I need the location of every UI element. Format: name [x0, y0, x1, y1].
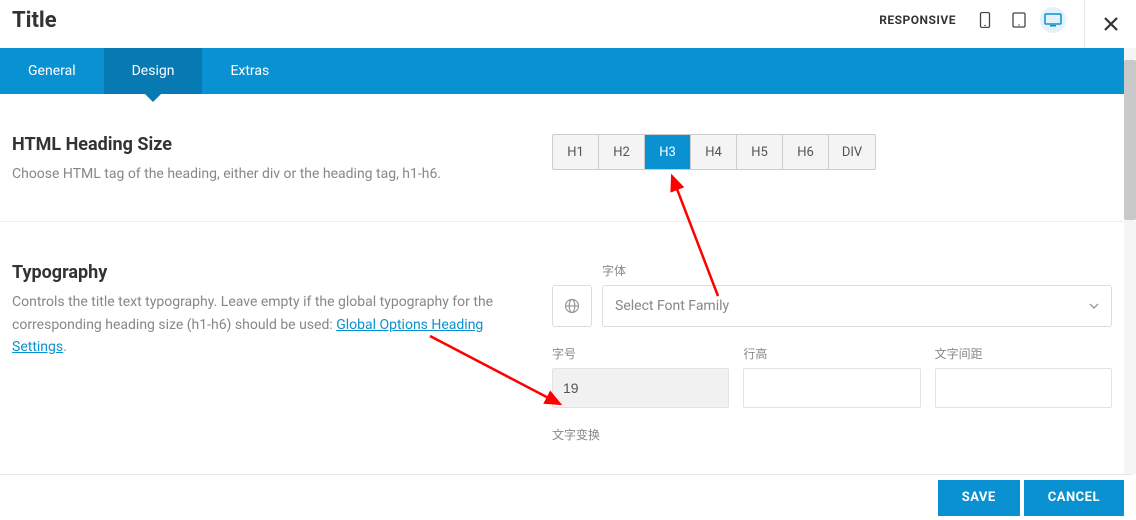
scrollbar-thumb[interactable]	[1124, 60, 1136, 220]
heading-opt-h3[interactable]: H3	[645, 135, 691, 169]
heading-opt-h1[interactable]: H1	[553, 135, 599, 169]
letter-spacing-label: 文字间距	[935, 345, 1112, 362]
content-scroll[interactable]: HTML Heading Size Choose HTML tag of the…	[0, 94, 1124, 474]
font-size-input[interactable]	[552, 368, 729, 408]
globe-icon	[564, 298, 580, 314]
typography-desc-suffix: .	[63, 339, 67, 355]
typography-desc: Controls the title text typography. Leav…	[12, 291, 512, 358]
font-family-select[interactable]: Select Font Family	[602, 285, 1112, 327]
heading-opt-h5[interactable]: H5	[737, 135, 783, 169]
tab-general[interactable]: General	[0, 48, 104, 94]
heading-opt-div[interactable]: DIV	[829, 135, 875, 169]
tabs-bar: General Design Extras	[0, 48, 1124, 94]
save-button[interactable]: SAVE	[938, 480, 1020, 516]
globe-button[interactable]	[552, 285, 592, 327]
close-icon	[1104, 17, 1118, 31]
letter-spacing-input[interactable]	[935, 368, 1112, 408]
text-transform-label: 文字变换	[552, 426, 1112, 443]
cancel-button[interactable]: CANCEL	[1024, 480, 1124, 516]
footer-bar: SAVE CANCEL	[0, 474, 1132, 520]
tablet-icon[interactable]	[1006, 7, 1032, 33]
editor-header: Title RESPONSIVE	[0, 0, 1085, 48]
line-height-input[interactable]	[743, 368, 920, 408]
page-title: Title	[12, 8, 57, 33]
section-typography: Typography Controls the title text typog…	[0, 222, 1124, 449]
line-height-label: 行高	[743, 345, 920, 362]
responsive-label: RESPONSIVE	[879, 13, 956, 27]
tab-extras[interactable]: Extras	[202, 48, 297, 94]
mobile-icon[interactable]	[972, 7, 998, 33]
heading-size-desc: Choose HTML tag of the heading, either d…	[12, 163, 512, 185]
heading-size-title: HTML Heading Size	[12, 134, 512, 155]
heading-opt-h6[interactable]: H6	[783, 135, 829, 169]
typography-title: Typography	[12, 262, 512, 283]
heading-size-group: H1 H2 H3 H4 H5 H6 DIV	[552, 134, 876, 170]
tab-design[interactable]: Design	[104, 48, 203, 94]
font-family-label: 字体	[602, 262, 1112, 279]
section-heading-size: HTML Heading Size Choose HTML tag of the…	[0, 94, 1124, 222]
close-button[interactable]	[1085, 0, 1136, 48]
header-right: RESPONSIVE	[879, 7, 1066, 33]
heading-opt-h2[interactable]: H2	[599, 135, 645, 169]
font-family-placeholder: Select Font Family	[615, 298, 729, 314]
desktop-icon[interactable]	[1040, 7, 1066, 33]
heading-opt-h4[interactable]: H4	[691, 135, 737, 169]
font-size-label: 字号	[552, 345, 729, 362]
chevron-down-icon	[1089, 303, 1099, 309]
device-icons	[972, 7, 1066, 33]
